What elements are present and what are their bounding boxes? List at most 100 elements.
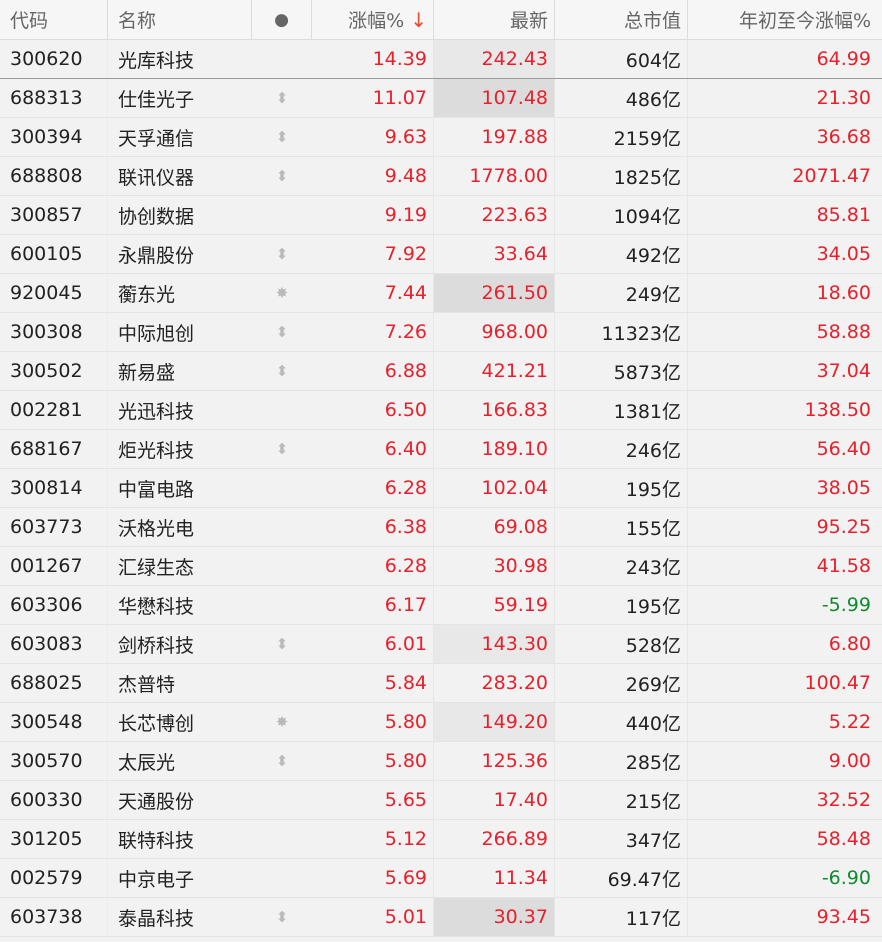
cell-name: 永鼎股份 (118, 244, 195, 267)
table-row[interactable]: 603738 泰晶科技 ⬍ 5.01 30.37 117亿 93.45 (0, 898, 882, 937)
table-row[interactable]: 002579 中京电子 5.69 11.34 69.47亿 -6.90 (0, 859, 882, 898)
table-row[interactable]: 300620 光库科技 14.39 242.43 604亿 64.99 (0, 40, 882, 79)
col-header-dot-icon[interactable]: ● (252, 0, 312, 39)
cell-ytd: 32.52 (816, 789, 871, 811)
cell-cap: 440亿 (555, 703, 688, 741)
table-row[interactable]: 603773 沃格光电 6.38 69.08 155亿 95.25 (0, 508, 882, 547)
cell-code: 002281 (0, 391, 108, 429)
cell-change: 9.19 (312, 196, 434, 234)
cell-cap: 69.47亿 (555, 859, 688, 897)
cell-last: 149.20 (434, 703, 555, 741)
cell-name: 沃格光电 (118, 517, 195, 540)
table-row[interactable]: 001267 汇绿生态 6.28 30.98 243亿 41.58 (0, 547, 882, 586)
cell-last: 283.20 (434, 664, 555, 702)
col-header-change[interactable]: 涨幅% ↓ (312, 0, 434, 39)
cell-last: 33.64 (434, 235, 555, 273)
table-row[interactable]: 300548 长芯博创 ✸ 5.80 149.20 440亿 5.22 (0, 703, 882, 742)
col-header-name[interactable]: 名称 (108, 0, 252, 39)
cell-last: 143.30 (434, 625, 555, 663)
cell-code: 603083 (0, 625, 108, 663)
cell-last: 107.48 (434, 79, 555, 117)
cell-ytd: 138.50 (804, 399, 871, 421)
updown-icon: ⬍ (275, 440, 289, 458)
cell-code: 300394 (0, 118, 108, 156)
cell-ytd: 38.05 (816, 477, 871, 499)
stock-table: 代码 名称 ● 涨幅% ↓ 最新 总市值 年初至今涨幅% 300620 光库科技 1… (0, 0, 882, 937)
cell-name: 光库科技 (118, 49, 195, 72)
cell-cap: 243亿 (555, 547, 688, 585)
cell-last: 69.08 (434, 508, 555, 546)
col-header-code[interactable]: 代码 (0, 0, 108, 39)
table-row[interactable]: 600105 永鼎股份 ⬍ 7.92 33.64 492亿 34.05 (0, 235, 882, 274)
table-row[interactable]: 300814 中富电路 6.28 102.04 195亿 38.05 (0, 469, 882, 508)
cell-change: 5.69 (312, 859, 434, 897)
cell-icon-empty (252, 469, 312, 507)
col-header-last[interactable]: 最新 (434, 0, 555, 39)
cell-change: 9.63 (312, 118, 434, 156)
cell-code: 603738 (0, 898, 108, 936)
cell-cap: 11323亿 (555, 313, 688, 351)
col-header-cap[interactable]: 总市值 (555, 0, 688, 39)
cell-code: 300548 (0, 703, 108, 741)
updown-icon: ⬍ (275, 128, 289, 146)
cell-code: 300857 (0, 196, 108, 234)
table-row[interactable]: 300857 协创数据 9.19 223.63 1094亿 85.81 (0, 196, 882, 235)
cell-cap: 604亿 (555, 40, 688, 78)
cell-change: 14.39 (312, 40, 434, 78)
cell-cap: 195亿 (555, 469, 688, 507)
cell-change: 7.26 (312, 313, 434, 351)
cell-name: 天孚通信 (118, 127, 195, 150)
cell-cap: 285亿 (555, 742, 688, 780)
table-body: 300620 光库科技 14.39 242.43 604亿 64.99 688313 仕佳光子… (0, 40, 882, 937)
cell-change: 5.12 (312, 820, 434, 858)
table-row[interactable]: 300308 中际旭创 ⬍ 7.26 968.00 11323亿 58.88 (0, 313, 882, 352)
cell-name: 新易盛 (118, 361, 176, 384)
table-row[interactable]: 688808 联讯仪器 ⬍ 9.48 1778.00 1825亿 2071.47 (0, 157, 882, 196)
table-row[interactable]: 600330 天通股份 5.65 17.40 215亿 32.52 (0, 781, 882, 820)
cell-name: 剑桥科技 (118, 634, 195, 657)
table-row[interactable]: 002281 光迅科技 6.50 166.83 1381亿 138.50 (0, 391, 882, 430)
table-row[interactable]: 603306 华懋科技 6.17 59.19 195亿 -5.99 (0, 586, 882, 625)
cell-last: 102.04 (434, 469, 555, 507)
cell-change: 5.80 (312, 742, 434, 780)
cell-code: 603306 (0, 586, 108, 624)
table-row[interactable]: 920045 蘅东光 ✸ 7.44 261.50 249亿 18.60 (0, 274, 882, 313)
cell-cap: 492亿 (555, 235, 688, 273)
cell-icon-empty (252, 586, 312, 624)
cell-icon-empty (252, 859, 312, 897)
table-row[interactable]: 688167 炬光科技 ⬍ 6.40 189.10 246亿 56.40 (0, 430, 882, 469)
cell-last: 125.36 (434, 742, 555, 780)
table-row[interactable]: 300394 天孚通信 ⬍ 9.63 197.88 2159亿 36.68 (0, 118, 882, 157)
table-row[interactable]: 603083 剑桥科技 ⬍ 6.01 143.30 528亿 6.80 (0, 625, 882, 664)
cell-change: 6.38 (312, 508, 434, 546)
cell-ytd: -5.99 (821, 594, 871, 616)
cell-cap: 2159亿 (555, 118, 688, 156)
table-row[interactable]: 688313 仕佳光子 ⬍ 11.07 107.48 486亿 21.30 (0, 79, 882, 118)
table-row[interactable]: 300570 太辰光 ⬍ 5.80 125.36 285亿 9.00 (0, 742, 882, 781)
cell-code: 920045 (0, 274, 108, 312)
cell-change: 11.07 (312, 79, 434, 117)
cell-name: 蘅东光 (118, 283, 176, 306)
updown-icon: ⬍ (275, 635, 289, 653)
cell-cap: 1094亿 (555, 196, 688, 234)
updown-icon: ⬍ (275, 323, 289, 341)
cell-cap: 246亿 (555, 430, 688, 468)
cell-change: 5.80 (312, 703, 434, 741)
updown-icon: ⬍ (275, 908, 289, 926)
cell-last: 968.00 (434, 313, 555, 351)
table-row[interactable]: 300502 新易盛 ⬍ 6.88 421.21 5873亿 37.04 (0, 352, 882, 391)
cell-ytd: 58.88 (816, 321, 871, 343)
updown-icon: ⬍ (275, 89, 289, 107)
table-row[interactable]: 688025 杰普特 5.84 283.20 269亿 100.47 (0, 664, 882, 703)
cell-ytd: 2071.47 (792, 165, 871, 187)
cell-last: 166.83 (434, 391, 555, 429)
cell-icon-empty (252, 40, 312, 78)
cell-name: 泰晶科技 (118, 907, 195, 930)
col-header-ytd[interactable]: 年初至今涨幅% (688, 0, 882, 39)
cell-icon-empty (252, 508, 312, 546)
cell-ytd: 95.25 (816, 516, 871, 538)
cell-icon-empty (252, 391, 312, 429)
table-row[interactable]: 301205 联特科技 5.12 266.89 347亿 58.48 (0, 820, 882, 859)
cell-name: 联讯仪器 (118, 166, 195, 189)
cell-cap: 5873亿 (555, 352, 688, 390)
